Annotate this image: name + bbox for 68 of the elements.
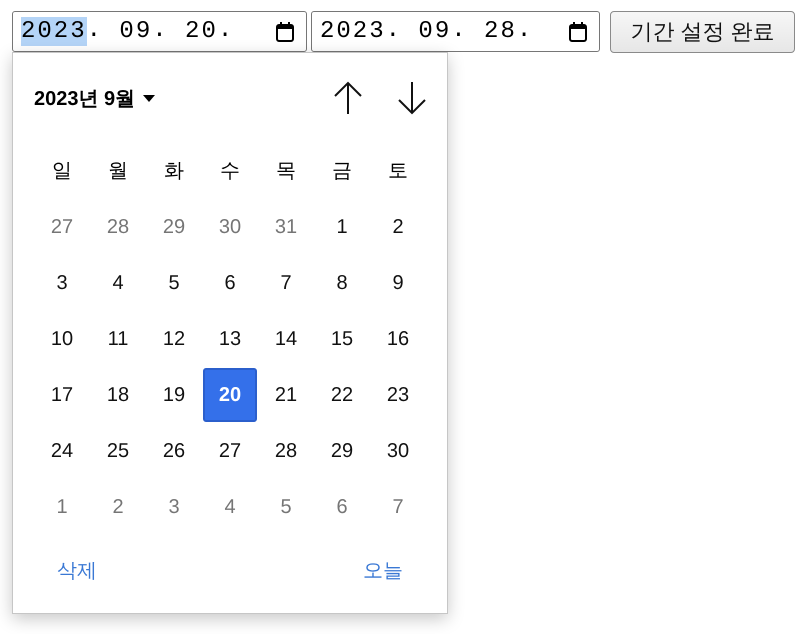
date-segment[interactable]: 09 bbox=[119, 17, 152, 46]
calendar-day[interactable]: 3 bbox=[35, 256, 89, 310]
calendar-day[interactable]: 27 bbox=[35, 200, 89, 254]
clear-button[interactable]: 삭제 bbox=[51, 553, 103, 588]
date-segment[interactable]: 20 bbox=[185, 17, 218, 46]
calendar-day[interactable]: 28 bbox=[91, 200, 145, 254]
today-button[interactable]: 오늘 bbox=[357, 553, 409, 588]
calendar-day[interactable]: 28 bbox=[259, 424, 313, 478]
calendar-day[interactable]: 22 bbox=[315, 368, 369, 422]
calendar-day[interactable]: 3 bbox=[147, 480, 201, 534]
calendar-day[interactable]: 18 bbox=[91, 368, 145, 422]
calendar-day[interactable]: 24 bbox=[35, 424, 89, 478]
calendar-day[interactable]: 26 bbox=[147, 424, 201, 478]
date-segment[interactable]: 2023 bbox=[320, 17, 386, 46]
calendar-day[interactable]: 23 bbox=[371, 368, 425, 422]
caret-icon bbox=[143, 94, 156, 102]
date-field[interactable]: 2023. 09. 28. bbox=[311, 11, 600, 52]
calendar-day[interactable]: 5 bbox=[147, 256, 201, 310]
calendar-day[interactable]: 19 bbox=[147, 368, 201, 422]
calendar-day[interactable]: 11 bbox=[91, 312, 145, 366]
calendar-day[interactable]: 31 bbox=[259, 200, 313, 254]
month-year-button[interactable]: 2023년 9월 bbox=[34, 84, 156, 112]
calendar-day[interactable]: 16 bbox=[371, 312, 425, 366]
date-segment[interactable]: 09 bbox=[418, 17, 452, 46]
calendar-day[interactable]: 7 bbox=[371, 480, 425, 534]
date-segment[interactable]: 2023 bbox=[21, 17, 87, 46]
calendar-day[interactable]: 5 bbox=[259, 480, 313, 534]
date-field[interactable]: 2023. 09. 20. bbox=[12, 11, 307, 52]
calendar-day[interactable]: 10 bbox=[35, 312, 89, 366]
weekday-label: 일 bbox=[51, 158, 73, 184]
weekday-label: 월 bbox=[107, 158, 129, 184]
date-segment[interactable]: 28 bbox=[484, 17, 517, 46]
calendar-day[interactable]: 20 bbox=[203, 368, 257, 422]
calendar-day[interactable]: 1 bbox=[315, 200, 369, 254]
calendar-day[interactable]: 2 bbox=[371, 200, 425, 254]
calendar-day[interactable]: 12 bbox=[147, 312, 201, 366]
calendar-icon[interactable] bbox=[569, 22, 587, 42]
weekday-label: 수 bbox=[219, 158, 241, 184]
calendar-day[interactable]: 30 bbox=[371, 424, 425, 478]
calendar-day[interactable]: 9 bbox=[371, 256, 425, 310]
calendar-day[interactable]: 27 bbox=[203, 424, 257, 478]
weekday-label: 금 bbox=[331, 158, 353, 184]
calendar-day[interactable]: 17 bbox=[35, 368, 89, 422]
previous-month-button[interactable] bbox=[333, 81, 363, 115]
apply-button[interactable]: 기간 설정 완료 bbox=[610, 11, 795, 53]
weekday-label: 목 bbox=[275, 158, 297, 184]
calendar-day[interactable]: 29 bbox=[147, 200, 201, 254]
weekday-label: 토 bbox=[387, 158, 409, 184]
calendar-day[interactable]: 1 bbox=[35, 480, 89, 534]
calendar-day[interactable]: 6 bbox=[203, 256, 257, 310]
calendar-day[interactable]: 6 bbox=[315, 480, 369, 534]
calendar-day[interactable]: 4 bbox=[91, 256, 145, 310]
weekday-label: 화 bbox=[163, 158, 185, 184]
calendar-day[interactable]: 21 bbox=[259, 368, 313, 422]
calendar-day[interactable]: 7 bbox=[259, 256, 313, 310]
calendar-day[interactable]: 14 bbox=[259, 312, 313, 366]
arrow-up-icon bbox=[333, 81, 363, 115]
calendar-icon[interactable] bbox=[276, 22, 294, 42]
calendar-day[interactable]: 13 bbox=[203, 312, 257, 366]
calendar-day[interactable]: 29 bbox=[315, 424, 369, 478]
calendar-day[interactable]: 8 bbox=[315, 256, 369, 310]
arrow-down-icon bbox=[397, 81, 427, 115]
next-month-button[interactable] bbox=[397, 81, 427, 115]
calendar-day[interactable]: 4 bbox=[203, 480, 257, 534]
calendar-day[interactable]: 25 bbox=[91, 424, 145, 478]
calendar-day[interactable]: 30 bbox=[203, 200, 257, 254]
calendar-day[interactable]: 2 bbox=[91, 480, 145, 534]
calendar-day[interactable]: 15 bbox=[315, 312, 369, 366]
